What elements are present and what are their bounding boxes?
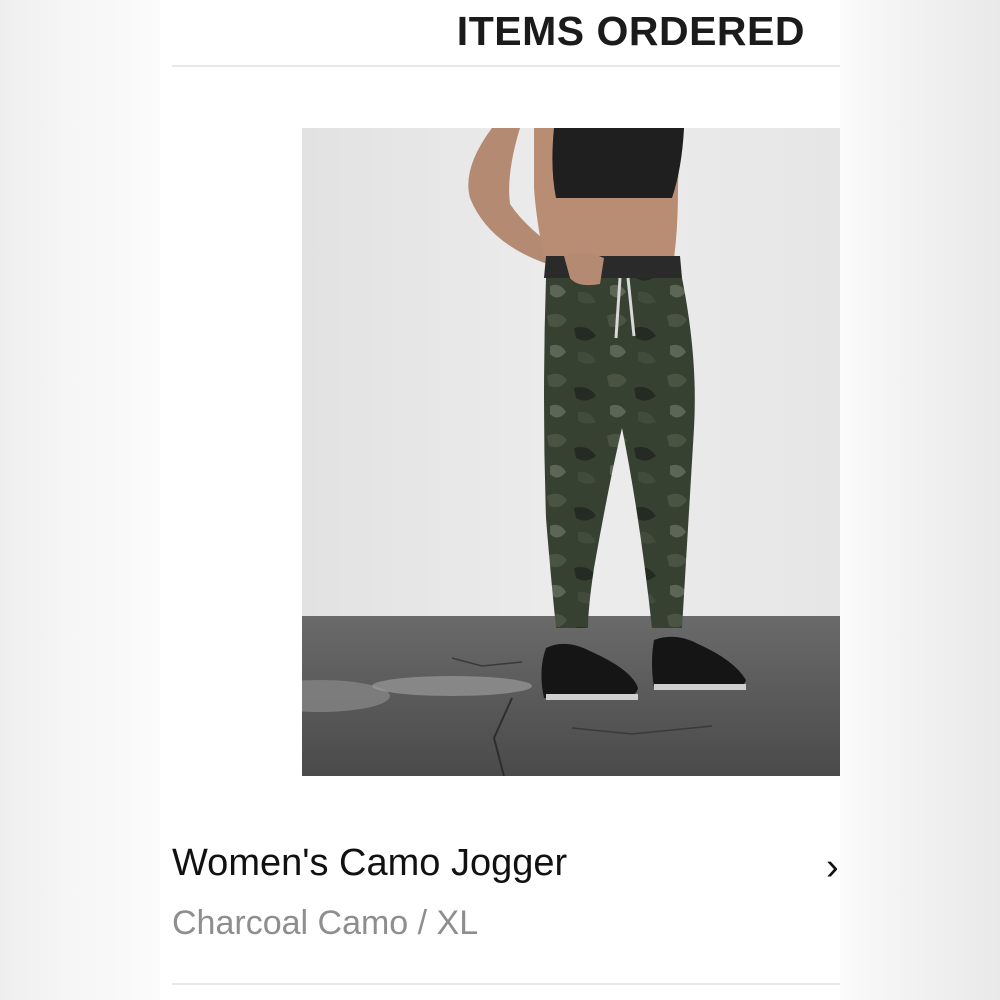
footer-divider (172, 983, 840, 985)
section-title: ITEMS ORDERED (456, 8, 805, 54)
header-divider (172, 65, 840, 67)
product-image[interactable] (302, 128, 840, 776)
product-variant: Charcoal Camo / XL (172, 904, 479, 942)
product-name[interactable]: Women's Camo Jogger (172, 842, 567, 885)
items-ordered-card: ITEMS ORDERED Women's Camo Jogger Charco… (160, 0, 840, 1000)
product-photo (302, 128, 840, 776)
chevron-right-icon[interactable]: › (826, 846, 840, 889)
